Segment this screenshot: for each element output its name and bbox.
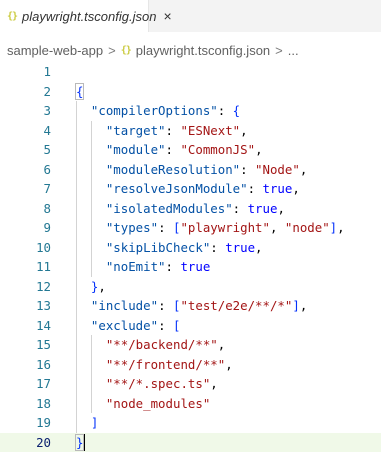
code-text: { [76,82,83,102]
line-number: 14 [0,316,51,336]
code-line[interactable]: 16 "**/frontend/**", [0,355,381,375]
line-number: 11 [0,257,51,277]
indent-guide [91,335,92,413]
breadcrumb-symbols[interactable]: ... [288,43,299,58]
breadcrumb: sample-web-app > {} playwright.tsconfig.… [0,38,381,62]
line-number: 5 [0,140,51,160]
code-text: } [76,433,83,452]
code-text: "moduleResolution": "Node", [76,160,307,180]
line-number: 12 [0,277,51,297]
line-number: 7 [0,179,51,199]
tab-playwright-tsconfig[interactable]: {} playwright.tsconfig.json × [0,0,149,32]
code-line[interactable]: 6 "moduleResolution": "Node", [0,160,381,180]
code-text: "**/frontend/**", [76,355,233,375]
line-number: 18 [0,394,51,414]
indent-guide [76,101,77,433]
text-cursor [84,434,85,451]
code-text: "target": "ESNext", [76,121,248,141]
code-text: "noEmit": true [76,257,210,277]
code-text: "isolatedModules": true, [76,199,285,219]
code-text: "compilerOptions": { [76,101,240,121]
json-file-icon: {} [7,11,17,22]
chevron-right-icon: > [275,43,283,58]
code-line[interactable]: 8 "isolatedModules": true, [0,199,381,219]
code-line[interactable]: 2{ [0,82,381,102]
code-text: }, [76,277,106,297]
code-text: "**/*.spec.ts", [76,374,218,394]
line-number: 1 [0,62,51,82]
code-text: ] [76,413,98,433]
json-file-icon: {} [121,45,131,56]
code-text: "resolveJsonModule": true, [76,179,300,199]
code-line[interactable]: 10 "skipLibCheck": true, [0,238,381,258]
line-number: 4 [0,121,51,141]
line-number: 20 [0,433,51,452]
code-text: "types": ["playwright", "node"], [76,218,345,238]
breadcrumb-folder[interactable]: sample-web-app [7,43,103,58]
code-line[interactable]: 19 ] [0,413,381,433]
code-text: "skipLibCheck": true, [76,238,263,258]
code-editor[interactable]: 12{3 "compilerOptions": {4 "target": "ES… [0,62,381,440]
code-line[interactable]: 5 "module": "CommonJS", [0,140,381,160]
line-number: 19 [0,413,51,433]
line-number: 9 [0,218,51,238]
line-number: 15 [0,335,51,355]
code-line[interactable]: 15 "**/backend/**", [0,335,381,355]
code-text: "exclude": [ [76,316,180,336]
line-number: 10 [0,238,51,258]
code-line[interactable]: 14 "exclude": [ [0,316,381,336]
code-line[interactable]: 4 "target": "ESNext", [0,121,381,141]
line-number: 13 [0,296,51,316]
chevron-right-icon: > [108,43,116,58]
code-line[interactable]: 20} [0,433,381,452]
line-number: 2 [0,82,51,102]
code-text: "include": ["test/e2e/**/*"], [76,296,307,316]
code-text: "module": "CommonJS", [76,140,263,160]
breadcrumb-file[interactable]: playwright.tsconfig.json [136,43,270,58]
tab-label: playwright.tsconfig.json [22,9,156,24]
code-line[interactable]: 18 "node_modules" [0,394,381,414]
code-line[interactable]: 7 "resolveJsonModule": true, [0,179,381,199]
close-icon[interactable]: × [163,9,171,23]
code-line[interactable]: 13 "include": ["test/e2e/**/*"], [0,296,381,316]
code-line[interactable]: 9 "types": ["playwright", "node"], [0,218,381,238]
line-number: 16 [0,355,51,375]
code-line[interactable]: 17 "**/*.spec.ts", [0,374,381,394]
line-number: 6 [0,160,51,180]
indent-guide [91,121,92,277]
code-line[interactable]: 1 [0,62,381,82]
line-number: 8 [0,199,51,219]
code-line[interactable]: 3 "compilerOptions": { [0,101,381,121]
line-number: 3 [0,101,51,121]
editor-tab-bar: {} playwright.tsconfig.json × [0,0,381,32]
code-text: "**/backend/**", [76,335,225,355]
code-line[interactable]: 11 "noEmit": true [0,257,381,277]
line-number: 17 [0,374,51,394]
code-line[interactable]: 12 }, [0,277,381,297]
code-text: "node_modules" [76,394,210,414]
